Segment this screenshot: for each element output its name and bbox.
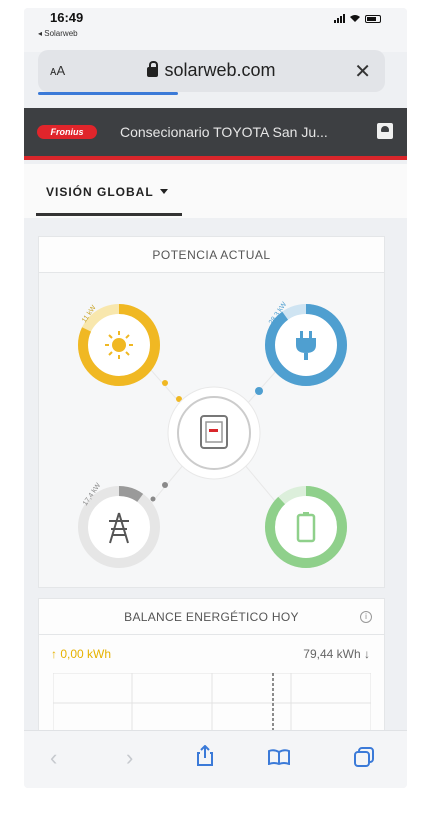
wifi-icon — [350, 15, 360, 22]
phone-screen: 16:49 ◂ Solarweb ᴀA solarweb.com ✕ Froni… — [24, 8, 407, 788]
battery-node[interactable] — [265, 486, 347, 568]
grid-node[interactable]: 17,4 kW — [78, 482, 160, 568]
bookmarks-icon[interactable] — [268, 749, 290, 765]
signal-icon — [334, 14, 345, 23]
view-selector-underline — [36, 213, 182, 216]
site-header: Fronius Consecionario TOYOTA San Ju... — [24, 108, 407, 160]
current-power-card: POTENCIA ACTUAL 11 kW 28,3 kW 17,4 kW — [38, 236, 385, 588]
consumption-node[interactable]: 28,3 kW — [265, 301, 347, 386]
share-icon[interactable] — [196, 745, 214, 767]
current-power-title: POTENCIA ACTUAL — [39, 237, 384, 273]
battery-status-icon — [365, 14, 381, 23]
site-title[interactable]: Consecionario TOYOTA San Ju... — [120, 124, 328, 140]
status-time: 16:49 — [50, 10, 84, 25]
tabs-icon[interactable] — [354, 747, 374, 767]
info-icon[interactable]: i — [360, 611, 372, 623]
consumption-today-value: 79,44 kWh ↓ — [303, 647, 370, 661]
url-text: solarweb.com — [164, 60, 276, 80]
energy-balance-card: BALANCE ENERGÉTICO HOY i ↑ 0,00 kWh 79,4… — [38, 598, 385, 739]
browser-toolbar: ‹ › — [24, 730, 407, 788]
power-flow-diagram: 11 kW 28,3 kW 17,4 kW — [78, 301, 347, 568]
url-display[interactable]: solarweb.com — [38, 60, 385, 81]
energy-balance-title: BALANCE ENERGÉTICO HOY — [39, 599, 384, 635]
back-to-app-link[interactable]: ◂ Solarweb — [38, 29, 78, 38]
forward-button[interactable]: › — [126, 745, 133, 771]
page-load-progress — [38, 92, 178, 95]
chevron-down-icon — [159, 189, 168, 194]
stop-loading-button[interactable]: ✕ — [354, 59, 371, 84]
inverter-node[interactable] — [167, 386, 261, 480]
production-today-value: ↑ 0,00 kWh — [51, 647, 112, 661]
fronius-logo[interactable]: Fronius — [37, 125, 97, 139]
back-button[interactable]: ‹ — [50, 745, 57, 771]
status-icons — [334, 14, 381, 23]
view-nav: VISIÓN GLOBAL — [24, 164, 407, 218]
view-selector-label: VISIÓN GLOBAL — [46, 185, 154, 199]
status-bar: 16:49 ◂ Solarweb — [24, 8, 407, 52]
view-selector[interactable]: VISIÓN GLOBAL — [46, 185, 168, 199]
solar-node[interactable]: 11 kW — [78, 304, 160, 386]
user-icon[interactable] — [377, 123, 393, 139]
address-bar[interactable]: ᴀA solarweb.com ✕ — [38, 50, 385, 92]
lock-icon — [147, 61, 159, 77]
